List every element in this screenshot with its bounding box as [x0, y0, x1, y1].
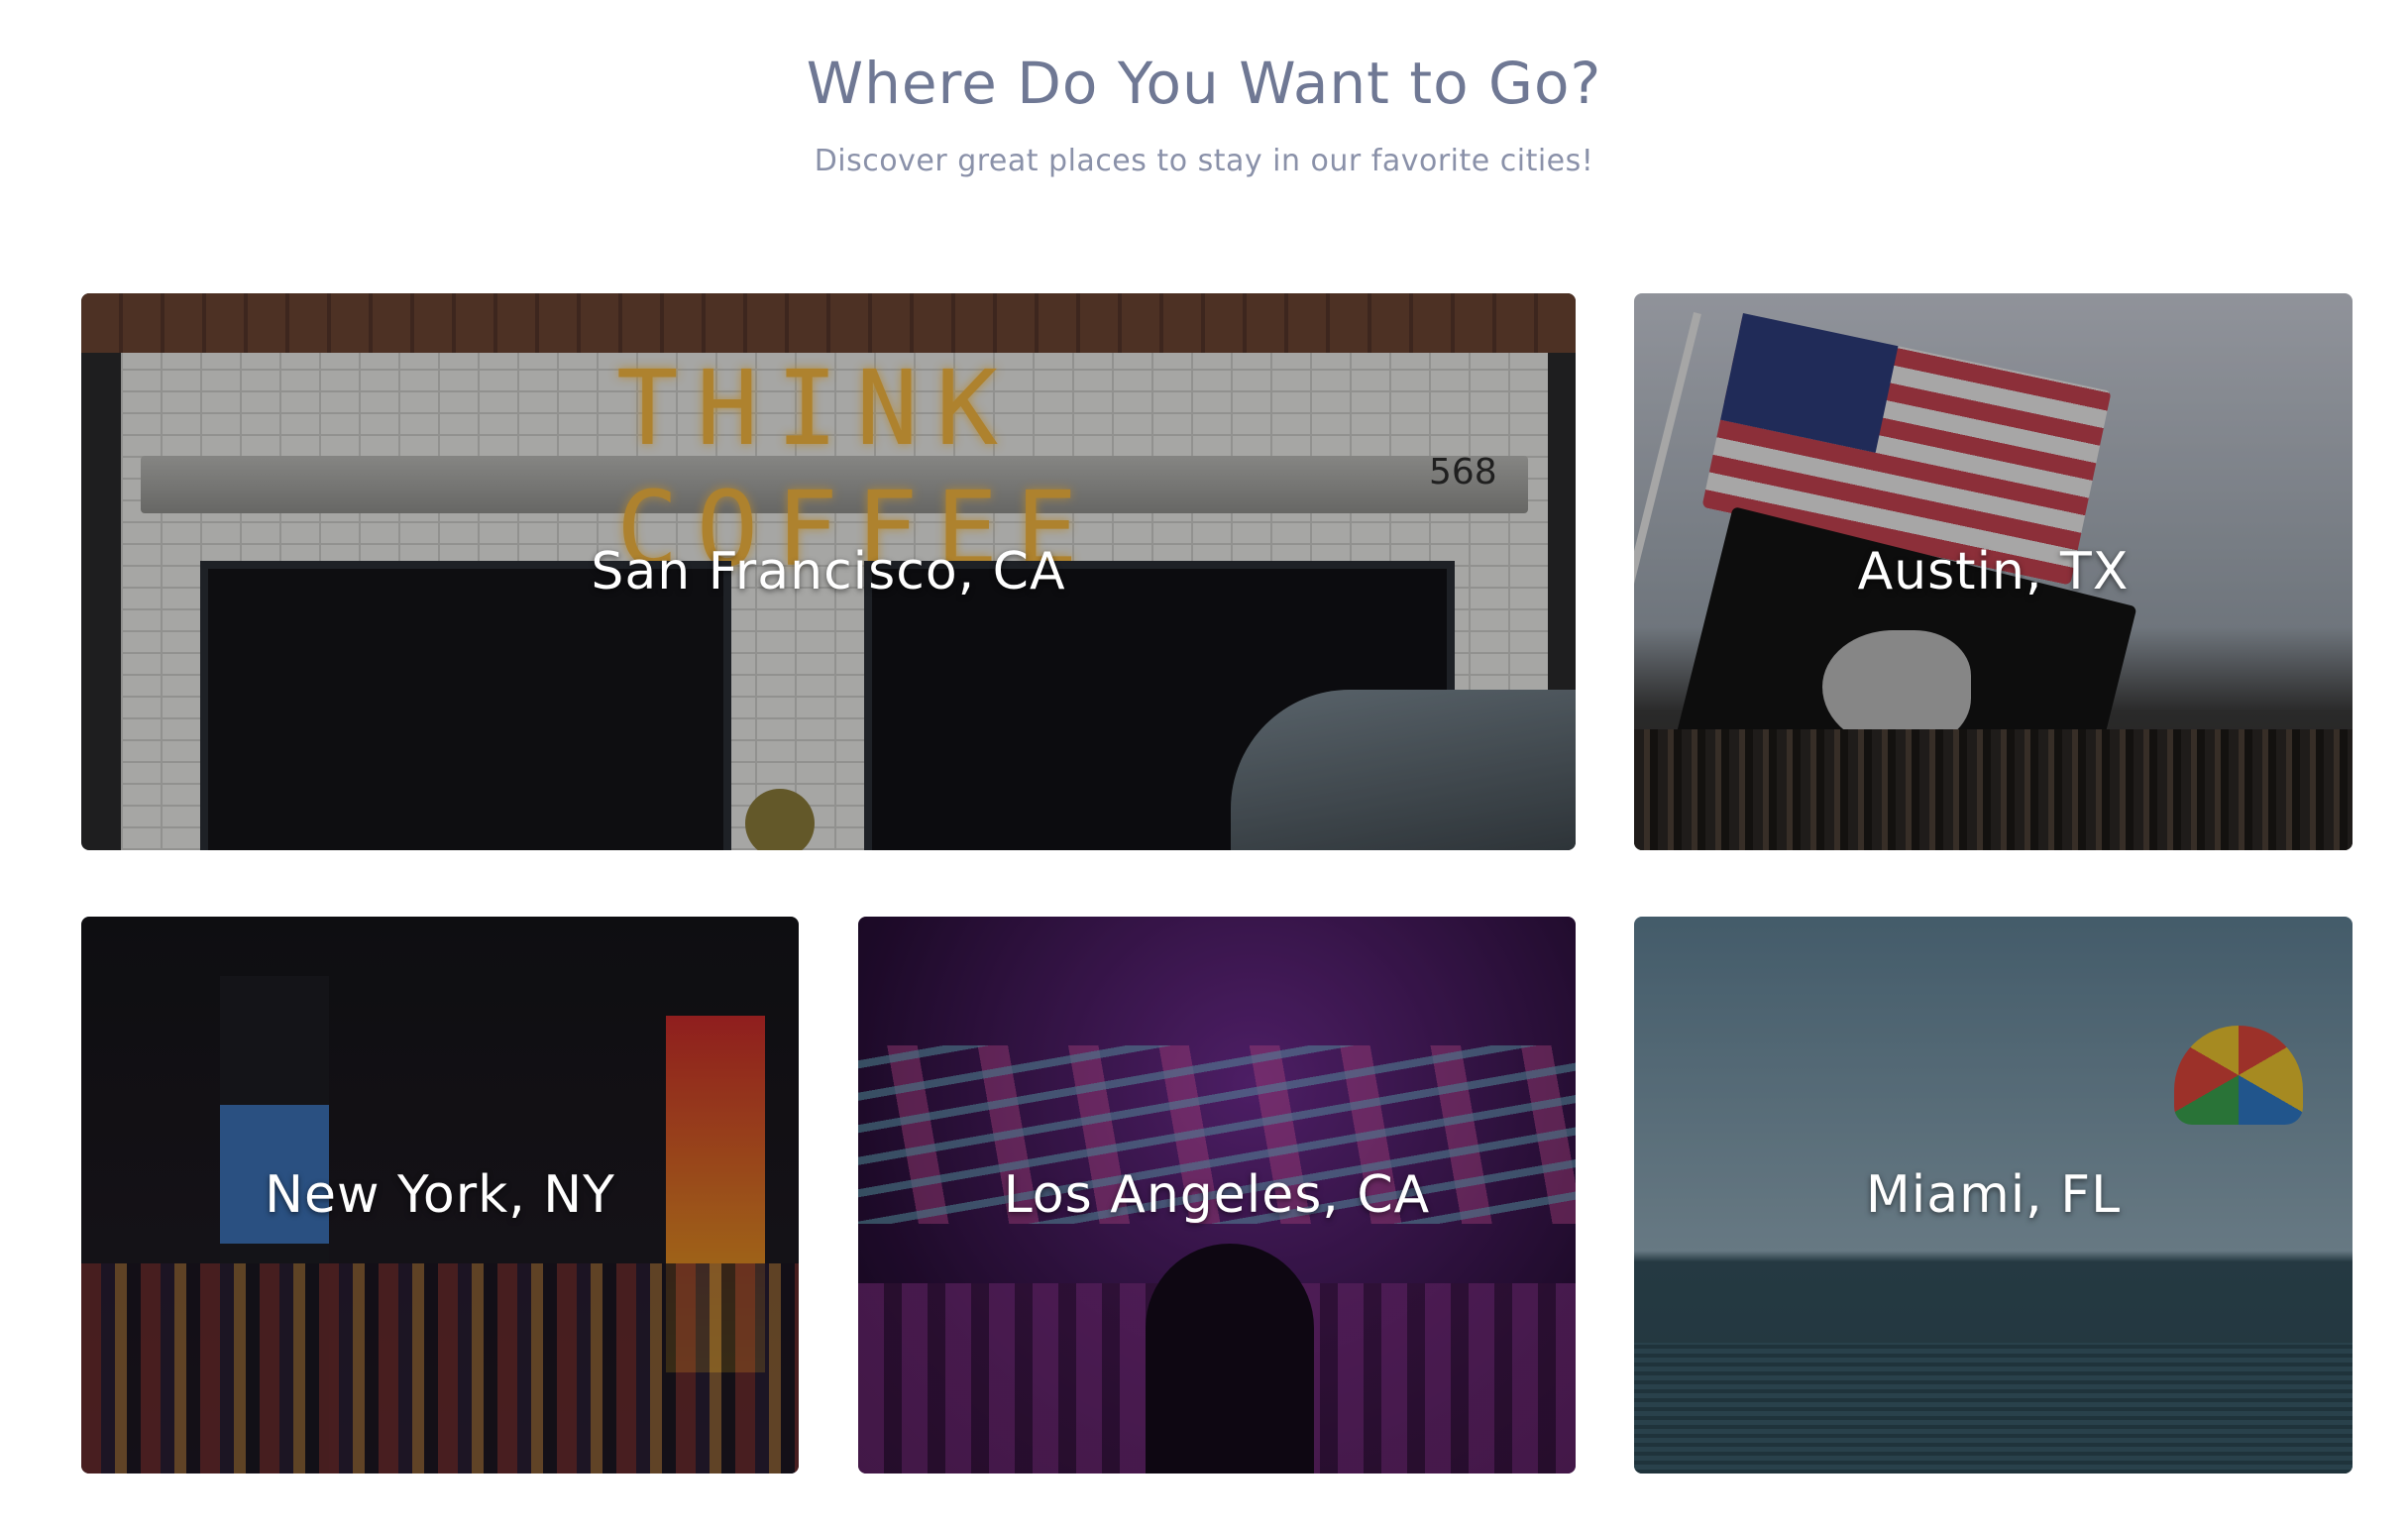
city-card-austin[interactable]: Austin, TX: [1634, 293, 2353, 850]
city-card-san-francisco[interactable]: THINK COFFEE 568 San Francisco, CA: [81, 293, 1576, 850]
city-card-miami[interactable]: Miami, FL: [1634, 917, 2353, 1474]
city-card-los-angeles[interactable]: Los Angeles, CA: [858, 917, 1576, 1474]
destinations-page: Where Do You Want to Go? Discover great …: [0, 0, 2408, 1529]
city-label: Los Angeles, CA: [1003, 1165, 1431, 1225]
city-label: San Francisco, CA: [591, 542, 1066, 601]
city-card-new-york[interactable]: New York, NY: [81, 917, 799, 1474]
city-label: New York, NY: [265, 1165, 615, 1225]
page-subtitle: Discover great places to stay in our fav…: [814, 144, 1594, 178]
city-label: Miami, FL: [1865, 1165, 2122, 1225]
city-label: Austin, TX: [1857, 542, 2130, 601]
page-title: Where Do You Want to Go?: [806, 50, 1602, 117]
